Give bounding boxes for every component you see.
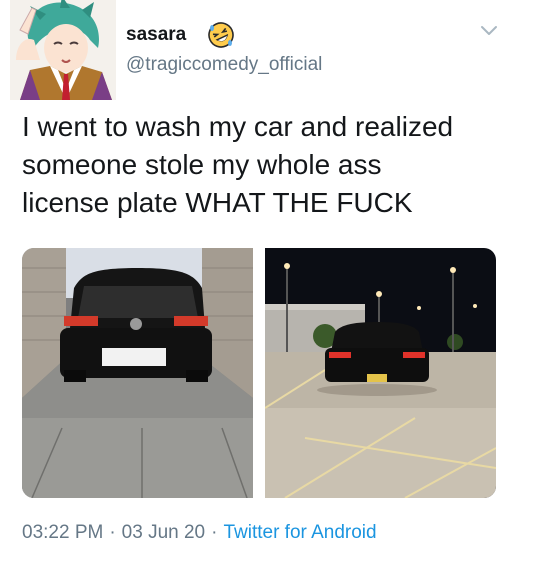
- tweet-text: I went to wash my car and realized someo…: [22, 108, 522, 222]
- tweet-date[interactable]: 03 Jun 20: [122, 522, 205, 543]
- meta-separator: ·: [109, 522, 116, 543]
- display-name[interactable]: sasara: [126, 24, 186, 46]
- parking-lot-photo[interactable]: [265, 248, 496, 498]
- tweet-text-line: someone stole my whole ass: [22, 149, 382, 180]
- rolling-on-floor-laughing-emoji: [208, 22, 234, 48]
- car-wash-photo[interactable]: [22, 248, 253, 498]
- chevron-down-icon[interactable]: [480, 24, 498, 38]
- media-grid: [22, 248, 496, 498]
- tweet-source-link[interactable]: Twitter for Android: [223, 522, 376, 543]
- tweet-time[interactable]: 03:22 PM: [22, 522, 103, 543]
- tweet-text-line: license plate WHAT THE FUCK: [22, 187, 413, 218]
- user-handle[interactable]: @tragiccomedy_official: [126, 54, 322, 76]
- tweet-meta: 03:22 PM · 03 Jun 20 · Twitter for Android: [22, 522, 377, 544]
- tweet-text-line: I went to wash my car and realized: [22, 111, 454, 142]
- meta-separator: ·: [211, 522, 218, 543]
- avatar[interactable]: [10, 0, 116, 100]
